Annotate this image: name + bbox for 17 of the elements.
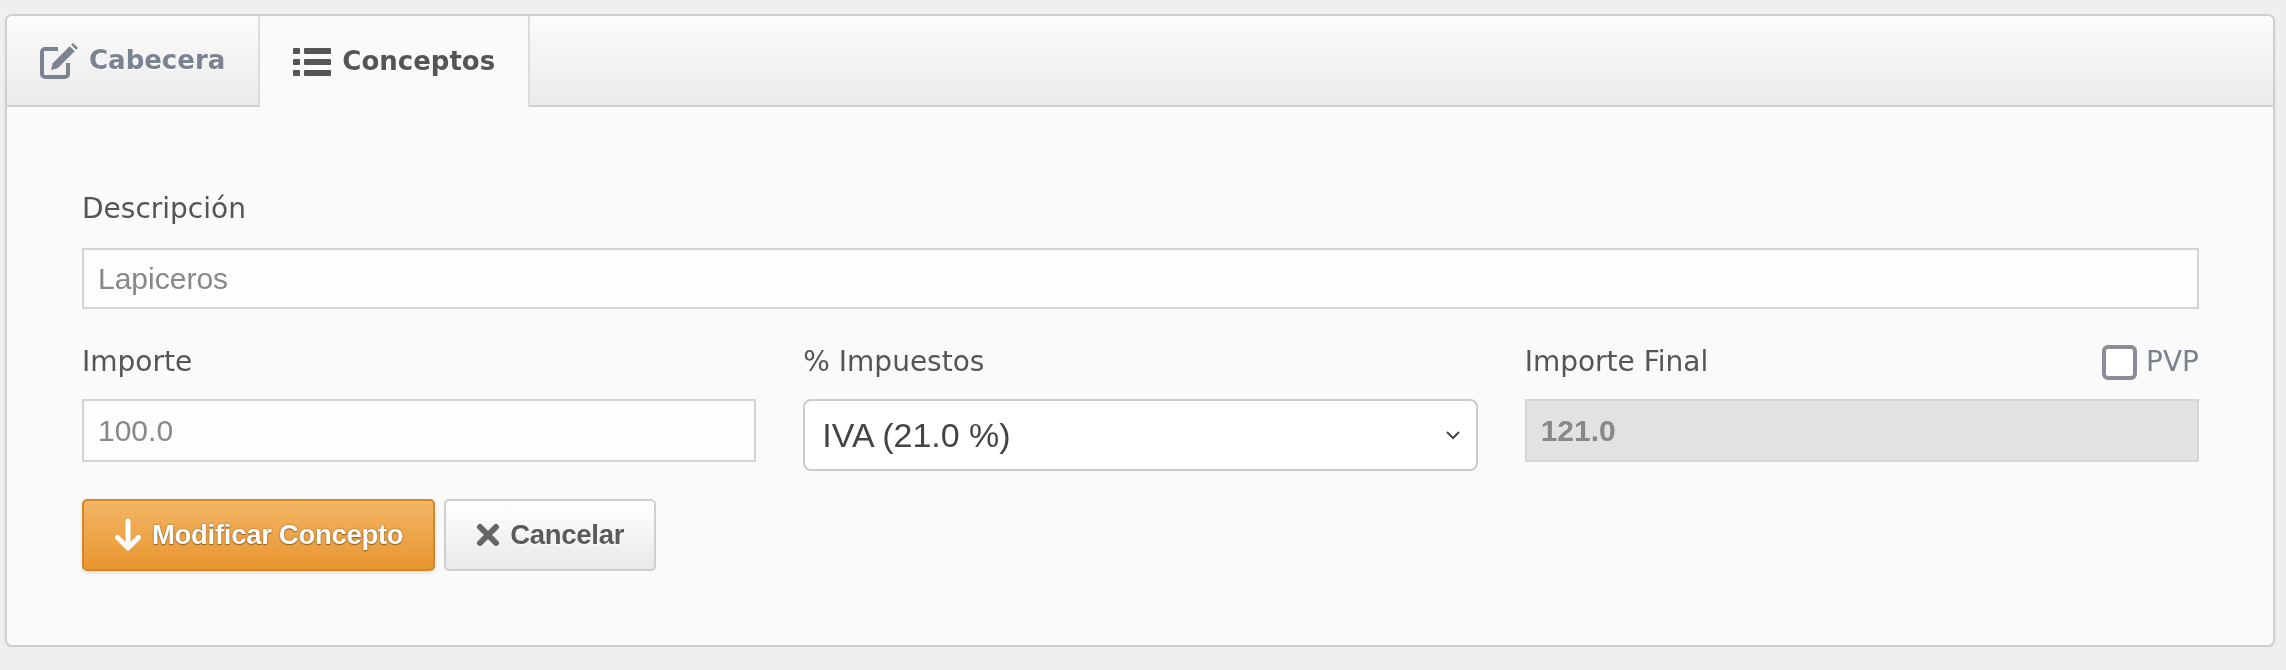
save-button[interactable]: Modificar Concepto <box>82 499 436 571</box>
cancel-button[interactable]: Cancelar <box>444 499 657 571</box>
tax-select[interactable]: IVA (21.0 %) <box>803 399 1478 471</box>
field-label: % Impuestos <box>803 344 985 380</box>
checkbox-label: PVP <box>2146 344 2199 380</box>
field-label: Importe Final <box>1524 344 1709 380</box>
close-icon <box>476 523 501 547</box>
edit-icon <box>40 42 78 79</box>
field-label: Descripción <box>82 191 246 227</box>
list-icon <box>293 47 332 76</box>
arrow-down-icon <box>114 518 142 552</box>
description-field[interactable]: Lapiceros <box>82 248 2199 309</box>
chevron-down-icon <box>1445 430 1460 440</box>
pvp-checkbox[interactable] <box>2102 344 2138 380</box>
field-label: Importe <box>82 344 193 380</box>
tab[interactable]: Conceptos <box>260 16 531 107</box>
amount-field[interactable]: 100.0 <box>82 399 757 462</box>
